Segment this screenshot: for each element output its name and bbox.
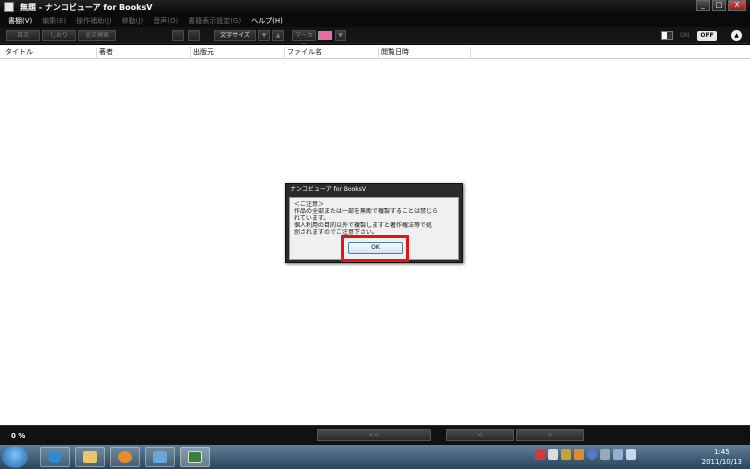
menu-assist[interactable]: 操作補助(J) — [76, 16, 112, 26]
app-icon — [4, 2, 14, 12]
minimize-button[interactable]: _ — [696, 0, 710, 11]
column-author[interactable]: 著者 — [97, 47, 191, 59]
folder-icon — [83, 451, 97, 463]
collapse-up-icon[interactable]: ▲ — [731, 30, 742, 41]
list-header: タイトル 著者 出版元 ファイル名 閲覧日時 — [0, 45, 750, 59]
dialog-message-line: 個人利用の目的以外で複製しますと著作権法等で処 — [294, 222, 433, 229]
menu-edit[interactable]: 編集(E) — [42, 16, 66, 26]
explorer-taskbar-button[interactable] — [75, 447, 105, 467]
ok-button-highlight — [341, 235, 409, 262]
clock-time: 1:45 — [713, 448, 730, 456]
dialog-message-line: 作品の全部または一部を無断で複製することは禁じら — [294, 208, 439, 215]
close-button[interactable]: X — [728, 0, 746, 11]
prev-page-button[interactable]: < — [446, 429, 514, 441]
app-taskbar-button[interactable] — [145, 447, 175, 467]
alert-icon[interactable] — [535, 449, 545, 460]
column-publisher[interactable]: 出版元 — [191, 47, 285, 59]
caps-kana-indicator — [600, 449, 610, 460]
dialog-notice-heading: ＜ご注意＞ — [294, 201, 325, 208]
ime-icon[interactable] — [548, 449, 558, 460]
column-viewed-at[interactable]: 閲覧日時 — [379, 47, 471, 59]
next-page-button[interactable]: > — [516, 429, 584, 441]
volume-icon[interactable] — [626, 449, 636, 460]
marker-dropdown-button[interactable]: ▼ — [335, 30, 346, 41]
column-filename[interactable]: ファイル名 — [285, 47, 379, 59]
on-label: ON — [680, 32, 690, 39]
media-player-icon — [118, 451, 132, 463]
toc-button[interactable]: 目次 — [6, 30, 40, 41]
status-bar: 0 % << < > >> — [0, 425, 750, 445]
font-size-down-button[interactable]: ▼ — [258, 30, 270, 41]
off-button[interactable]: OFF — [697, 31, 717, 41]
book-viewer-icon — [188, 451, 202, 463]
page-single-icon[interactable] — [172, 30, 184, 41]
toggle-switch[interactable] — [661, 31, 673, 40]
menu-bar: 書棚(V) 編集(E) 操作補助(J) 移動(J) 音声(O) 書籍表示設定(G… — [0, 14, 750, 27]
page-spread-icon[interactable] — [188, 30, 200, 41]
network-app-icon — [153, 451, 167, 463]
toolbar: 目次 しおり 全文検索 文字サイズ ▼ ▲ マーカー ▼ ON OFF ▲ — [0, 27, 750, 48]
ie-icon — [48, 451, 62, 463]
menu-help[interactable]: ヘルプ(H) — [251, 16, 283, 26]
first-page-button[interactable]: << — [317, 429, 431, 441]
menu-display-settings[interactable]: 書籍表示設定(G) — [188, 16, 241, 26]
taskbar: 1:45 2011/10/13 — [0, 445, 750, 469]
window-title: 無題 - ナンコビューア for BooksV — [20, 2, 153, 12]
clock-date: 2011/10/13 — [701, 458, 742, 466]
font-size-up-button[interactable]: ▲ — [272, 30, 284, 41]
menu-move[interactable]: 移動(J) — [122, 16, 144, 26]
start-button[interactable] — [2, 446, 28, 468]
help-icon[interactable] — [587, 449, 597, 460]
dialog-message-line: れています。 — [294, 215, 330, 222]
viewer-taskbar-button[interactable] — [180, 447, 210, 467]
font-size-button[interactable]: 文字サイズ — [214, 30, 256, 41]
media-taskbar-button[interactable] — [110, 447, 140, 467]
marker-color-swatch[interactable] — [318, 31, 332, 40]
menu-bookshelf[interactable]: 書棚(V) — [8, 16, 32, 26]
bookmark-button[interactable]: しおり — [42, 30, 76, 41]
menu-voice[interactable]: 音声(O) — [153, 16, 178, 26]
title-bar: 無題 - ナンコビューア for BooksV _ □ X — [0, 0, 750, 14]
ie-taskbar-button[interactable] — [40, 447, 70, 467]
marker-button[interactable]: マーカー — [292, 30, 316, 48]
fulltext-search-button[interactable]: 全文検索 — [78, 30, 116, 41]
tool-icon[interactable] — [574, 449, 584, 460]
window-controls: _ □ X — [696, 0, 746, 11]
maximize-button[interactable]: □ — [712, 0, 726, 11]
column-title[interactable]: タイトル — [3, 47, 97, 59]
network-icon[interactable] — [613, 449, 623, 460]
system-tray — [535, 449, 636, 460]
zoom-level: 0 % — [11, 432, 26, 440]
dialog-title: ナンコビューア for BooksV — [290, 186, 366, 193]
taskbar-clock[interactable]: 1:45 2011/10/13 — [702, 447, 742, 467]
ime-mode-icon[interactable] — [561, 449, 571, 460]
